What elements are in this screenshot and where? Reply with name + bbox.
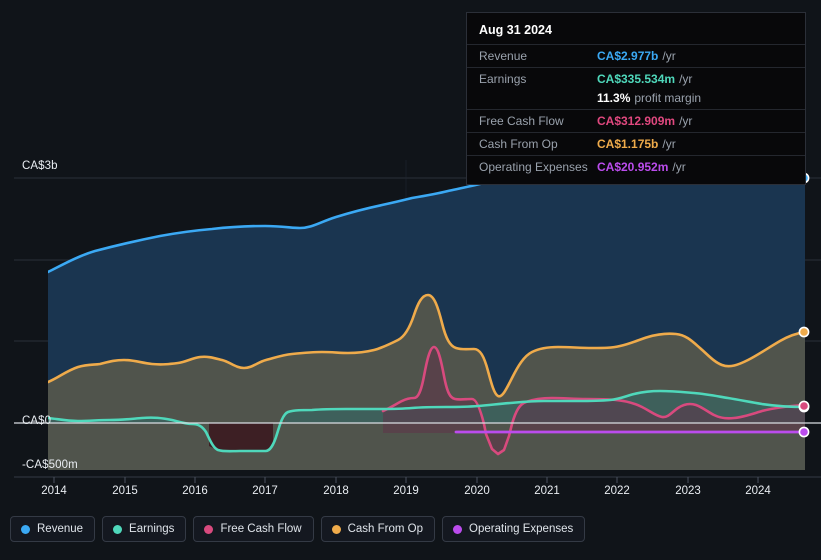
end-marker-cashfromop <box>798 326 810 338</box>
tooltip-unit-operating-expenses: /yr <box>672 160 686 174</box>
tooltip-date: Aug 31 2024 <box>479 23 552 37</box>
end-marker-freecashflow <box>798 400 810 412</box>
legend-item-revenue[interactable]: Revenue <box>10 516 96 542</box>
tooltip-row-profit-margin: 11.3% profit margin <box>467 90 805 109</box>
legend-dot-free-cash-flow-icon <box>204 524 214 534</box>
legend-label-earnings: Earnings <box>129 523 175 535</box>
series-area-earnings-negative <box>209 423 273 450</box>
x-tick-marks <box>53 477 759 483</box>
chart-legend: Revenue Earnings Free Cash Flow Cash Fro… <box>10 516 586 542</box>
legend-dot-revenue-icon <box>21 524 30 534</box>
legend-item-free-cash-flow[interactable]: Free Cash Flow <box>193 516 314 542</box>
y-axis-label-0: CA$0 <box>22 415 52 427</box>
tooltip-label-revenue: Revenue <box>479 49 528 63</box>
legend-item-cash-from-op[interactable]: Cash From Op <box>320 516 436 542</box>
tooltip-label-earnings: Earnings <box>479 72 527 86</box>
tooltip-value-cash-from-op: CA$1.175b <box>597 137 659 151</box>
legend-label-revenue: Revenue <box>37 523 84 535</box>
legend-dot-operating-expenses-icon <box>453 524 463 534</box>
tooltip-label-operating-expenses: Operating Expenses <box>479 160 588 174</box>
legend-dot-earnings-icon <box>113 524 123 534</box>
chart-tooltip: Aug 31 2024 Revenue CA$2.977b /yr Earnin… <box>466 12 806 185</box>
tooltip-value-operating-expenses: CA$20.952m <box>597 160 669 174</box>
x-axis-label-2018: 2018 <box>323 485 349 497</box>
tooltip-label-cash-from-op: Cash From Op <box>479 137 558 151</box>
tooltip-value-revenue: CA$2.977b <box>597 49 659 63</box>
tooltip-row-revenue: Revenue CA$2.977b /yr <box>467 44 805 67</box>
legend-label-cash-from-op: Cash From Op <box>347 523 424 535</box>
legend-item-operating-expenses[interactable]: Operating Expenses <box>442 516 586 542</box>
legend-dot-cash-from-op-icon <box>331 524 341 534</box>
y-axis-label-3b: CA$3b <box>22 160 58 172</box>
tooltip-row-operating-expenses: Operating Expenses CA$20.952m /yr <box>467 155 805 178</box>
x-axis-label-2015: 2015 <box>112 485 138 497</box>
x-axis-label-2019: 2019 <box>393 485 419 497</box>
end-marker-operatingexpenses <box>798 426 810 438</box>
tooltip-unit-free-cash-flow: /yr <box>679 114 693 128</box>
x-axis-label-2021: 2021 <box>534 485 560 497</box>
x-axis-label-2016: 2016 <box>182 485 208 497</box>
x-axis-label-2020: 2020 <box>464 485 490 497</box>
tooltip-unit-earnings: /yr <box>679 72 693 86</box>
tooltip-value-profit-margin: 11.3% <box>597 91 631 105</box>
x-axis-label-2017: 2017 <box>252 485 278 497</box>
tooltip-row-earnings: Earnings CA$335.534m /yr <box>467 67 805 90</box>
tooltip-text-profit-margin: profit margin <box>634 91 702 105</box>
tooltip-unit-revenue: /yr <box>662 49 676 63</box>
legend-item-earnings[interactable]: Earnings <box>102 516 187 542</box>
tooltip-label-free-cash-flow: Free Cash Flow <box>479 114 564 128</box>
legend-label-free-cash-flow: Free Cash Flow <box>220 523 302 535</box>
legend-label-operating-expenses: Operating Expenses <box>469 523 574 535</box>
tooltip-row-free-cash-flow: Free Cash Flow CA$312.909m /yr <box>467 109 805 132</box>
x-axis-label-2024: 2024 <box>745 485 771 497</box>
tooltip-value-earnings: CA$335.534m <box>597 72 676 86</box>
financial-chart-app: CA$3b CA$0 -CA$500m 2014 2015 2016 2017 … <box>0 0 821 560</box>
tooltip-unit-cash-from-op: /yr <box>662 137 676 151</box>
tooltip-row-cash-from-op: Cash From Op CA$1.175b /yr <box>467 132 805 155</box>
x-axis-label-2023: 2023 <box>675 485 701 497</box>
x-axis-label-2014: 2014 <box>41 485 67 497</box>
tooltip-value-free-cash-flow: CA$312.909m <box>597 114 676 128</box>
x-axis-label-2022: 2022 <box>604 485 630 497</box>
y-axis-label-neg500m: -CA$500m <box>22 459 78 471</box>
